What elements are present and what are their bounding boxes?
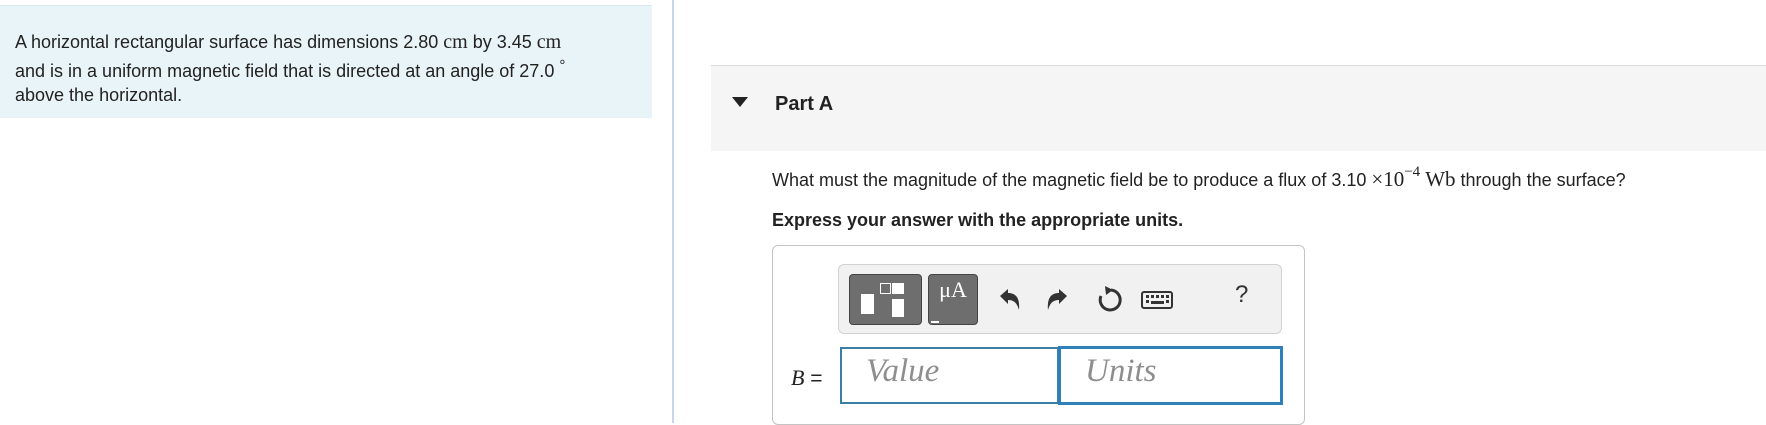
reset-icon[interactable] (1091, 282, 1127, 318)
answer-variable-label: B = (791, 365, 823, 391)
exponent: −4 (1404, 164, 1421, 180)
question-panel: Part A What must the magnitude of the ma… (711, 0, 1766, 425)
unit-cm: cm (443, 31, 468, 53)
degree-symbol: ° (559, 57, 566, 74)
problem-text: by 3.45 (467, 32, 537, 52)
equals-sign: = (804, 367, 823, 390)
unit-wb: Wb (1425, 167, 1456, 191)
redo-icon[interactable] (1040, 282, 1076, 318)
problem-text: above the horizontal. (15, 85, 183, 105)
math-toolbar: μA ? (838, 264, 1282, 334)
units-button[interactable]: μA (928, 274, 978, 325)
problem-statement: A horizontal rectangular surface has dim… (0, 5, 652, 118)
problem-text: A horizontal rectangular surface has dim… (15, 32, 444, 52)
panel-divider[interactable] (672, 0, 674, 423)
unit-cm: cm (536, 31, 562, 53)
keyboard-icon[interactable] (1140, 282, 1174, 318)
answer-instruction: Express your answer with the appropriate… (772, 210, 1184, 230)
templates-button[interactable] (849, 274, 922, 325)
part-header[interactable]: Part A (711, 65, 1766, 151)
answer-box: μA ? B = Value Units (772, 245, 1305, 425)
collapse-caret-icon[interactable] (732, 97, 748, 107)
units-icon: μA (939, 277, 967, 302)
undo-icon[interactable] (991, 282, 1027, 318)
part-title: Part A (775, 93, 834, 115)
problem-panel: A horizontal rectangular surface has dim… (0, 0, 672, 423)
value-input[interactable]: Value (840, 347, 1059, 404)
problem-text: and is in a uniform magnetic field that … (15, 61, 560, 81)
question-part: What must the magnitude of the magnetic … (772, 170, 1372, 190)
question-part: through the surface? (1455, 170, 1626, 190)
variable-b: B (791, 365, 805, 390)
help-icon[interactable]: ? (1235, 281, 1248, 309)
times-ten: ×10 (1371, 167, 1405, 191)
question-text: What must the magnitude of the magnetic … (772, 164, 1626, 192)
units-input[interactable]: Units (1059, 347, 1282, 404)
